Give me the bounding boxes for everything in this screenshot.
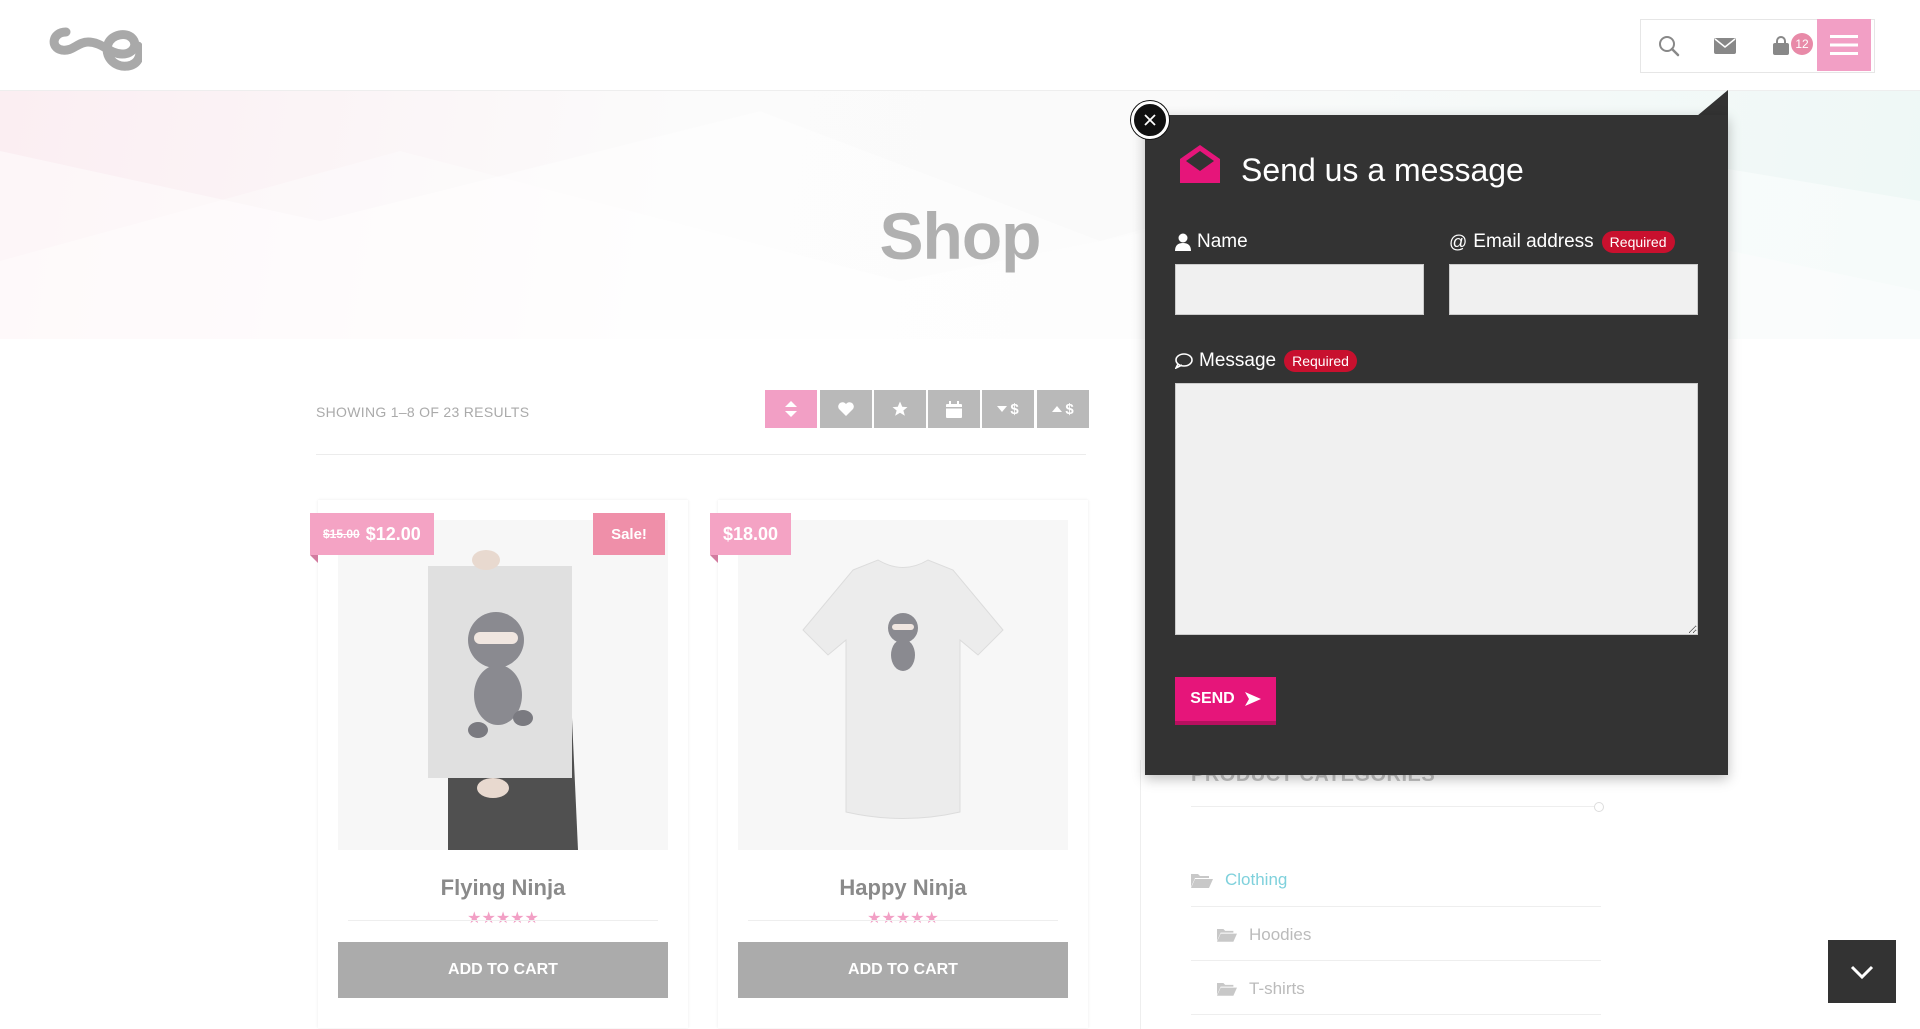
category-hoodies[interactable]: Hoodies <box>1191 909 1601 961</box>
results-count: SHOWING 1–8 OF 23 RESULTS <box>316 404 530 420</box>
required-badge: Required <box>1601 231 1675 253</box>
price-tag-fold <box>710 555 718 563</box>
sort-price-asc-button[interactable]: $ <box>1037 390 1089 428</box>
required-badge: Required <box>1284 350 1357 372</box>
send-arrow-icon <box>1244 692 1261 706</box>
price-asc-icon <box>1052 406 1063 412</box>
category-clothing[interactable]: Clothing <box>1191 854 1601 907</box>
comment-icon <box>1175 353 1193 369</box>
category-label: Hoodies <box>1249 924 1312 944</box>
site-logo[interactable] <box>48 24 145 74</box>
name-label-text: Name <box>1197 231 1248 252</box>
sidebar-heading-line <box>1191 806 1601 807</box>
folder-open-icon <box>1217 929 1237 942</box>
site-header <box>0 0 1920 91</box>
category-label: Clothing <box>1225 870 1288 889</box>
popup-title: Send us a message <box>1241 152 1524 188</box>
star-icon <box>892 401 908 416</box>
close-icon <box>1144 114 1156 126</box>
add-to-cart-button[interactable]: ADD TO CART <box>738 942 1068 998</box>
calendar-icon <box>946 400 962 418</box>
folder-open-icon <box>1217 983 1237 996</box>
card-divider <box>348 920 658 921</box>
name-input[interactable] <box>1175 264 1424 315</box>
scroll-down-button[interactable] <box>1828 940 1896 1003</box>
sort-default-button[interactable] <box>765 390 817 428</box>
category-label: T-shirts <box>1249 978 1305 998</box>
price-tag: $18.00 <box>710 513 792 555</box>
sort-price-desc-button[interactable]: $ <box>982 390 1034 428</box>
at-icon: @ <box>1449 231 1468 252</box>
rating-stars: ★★★★★ <box>867 910 939 927</box>
price-asc-label: $ <box>1065 400 1074 418</box>
folder-open-icon <box>1191 874 1213 888</box>
message-textarea[interactable] <box>1175 383 1698 635</box>
price-desc-label: $ <box>1010 400 1019 418</box>
sort-popularity-button[interactable] <box>820 390 872 428</box>
product-card-happy-ninja[interactable]: $18.00 Happy Ninja ★★★★★ ADD TO CART <box>710 500 1088 1028</box>
product-name[interactable]: Flying Ninja <box>318 875 688 901</box>
message-label: Message Required <box>1175 350 1357 372</box>
category-t-shirts[interactable]: T-shirts <box>1191 963 1601 1015</box>
product-rating: ★★★★★ <box>718 908 1088 928</box>
search-icon <box>1659 36 1680 57</box>
price-desc-icon <box>997 406 1008 412</box>
envelope-open-icon <box>1178 143 1222 190</box>
message-label-text: Message <box>1199 350 1277 371</box>
cart-count-badge: 12 <box>1791 33 1813 55</box>
sort-date-button[interactable] <box>928 390 980 428</box>
product-image-happy-ninja[interactable] <box>738 520 1068 850</box>
product-rating: ★★★★★ <box>318 908 688 928</box>
rating-stars: ★★★★★ <box>467 910 539 927</box>
user-icon <box>1175 233 1191 251</box>
current-price: $12.00 <box>365 523 421 544</box>
sort-rating-button[interactable] <box>874 390 926 428</box>
card-divider <box>748 920 1058 921</box>
email-label-text: Email address <box>1473 231 1594 252</box>
mail-icon <box>1714 38 1736 54</box>
sidebar-border <box>1140 760 1141 1029</box>
sidebar-heading-dot <box>1594 802 1604 812</box>
email-input[interactable] <box>1449 264 1698 315</box>
close-popup-button[interactable] <box>1131 101 1169 139</box>
price-tag-fold <box>310 555 318 563</box>
chevron-down-icon <box>1850 965 1874 979</box>
product-image-flying-ninja[interactable] <box>338 520 668 850</box>
email-label: @ Email address Required <box>1449 231 1675 253</box>
sort-icon <box>785 401 797 417</box>
mail-button[interactable] <box>1697 20 1753 72</box>
heart-icon <box>838 402 854 416</box>
popup-pointer <box>1697 90 1728 116</box>
current-price: $18.00 <box>723 523 779 544</box>
add-to-cart-button[interactable]: ADD TO CART <box>338 942 668 998</box>
menu-button[interactable] <box>1817 19 1871 71</box>
product-name[interactable]: Happy Ninja <box>718 875 1088 901</box>
search-button[interactable] <box>1641 20 1697 72</box>
product-card-flying-ninja[interactable]: $15.00 $12.00 Sale! Flying Ninja ★★★★★ A… <box>310 500 688 1028</box>
results-divider <box>316 454 1086 455</box>
name-label: Name <box>1175 231 1248 253</box>
old-price: $15.00 <box>323 527 360 541</box>
send-button[interactable]: SEND <box>1175 677 1276 725</box>
sale-badge: Sale! <box>593 513 665 555</box>
send-label: SEND <box>1190 690 1235 707</box>
price-tag: $15.00 $12.00 <box>310 513 434 555</box>
hamburger-icon <box>1830 35 1858 55</box>
cart-icon <box>1773 36 1789 55</box>
